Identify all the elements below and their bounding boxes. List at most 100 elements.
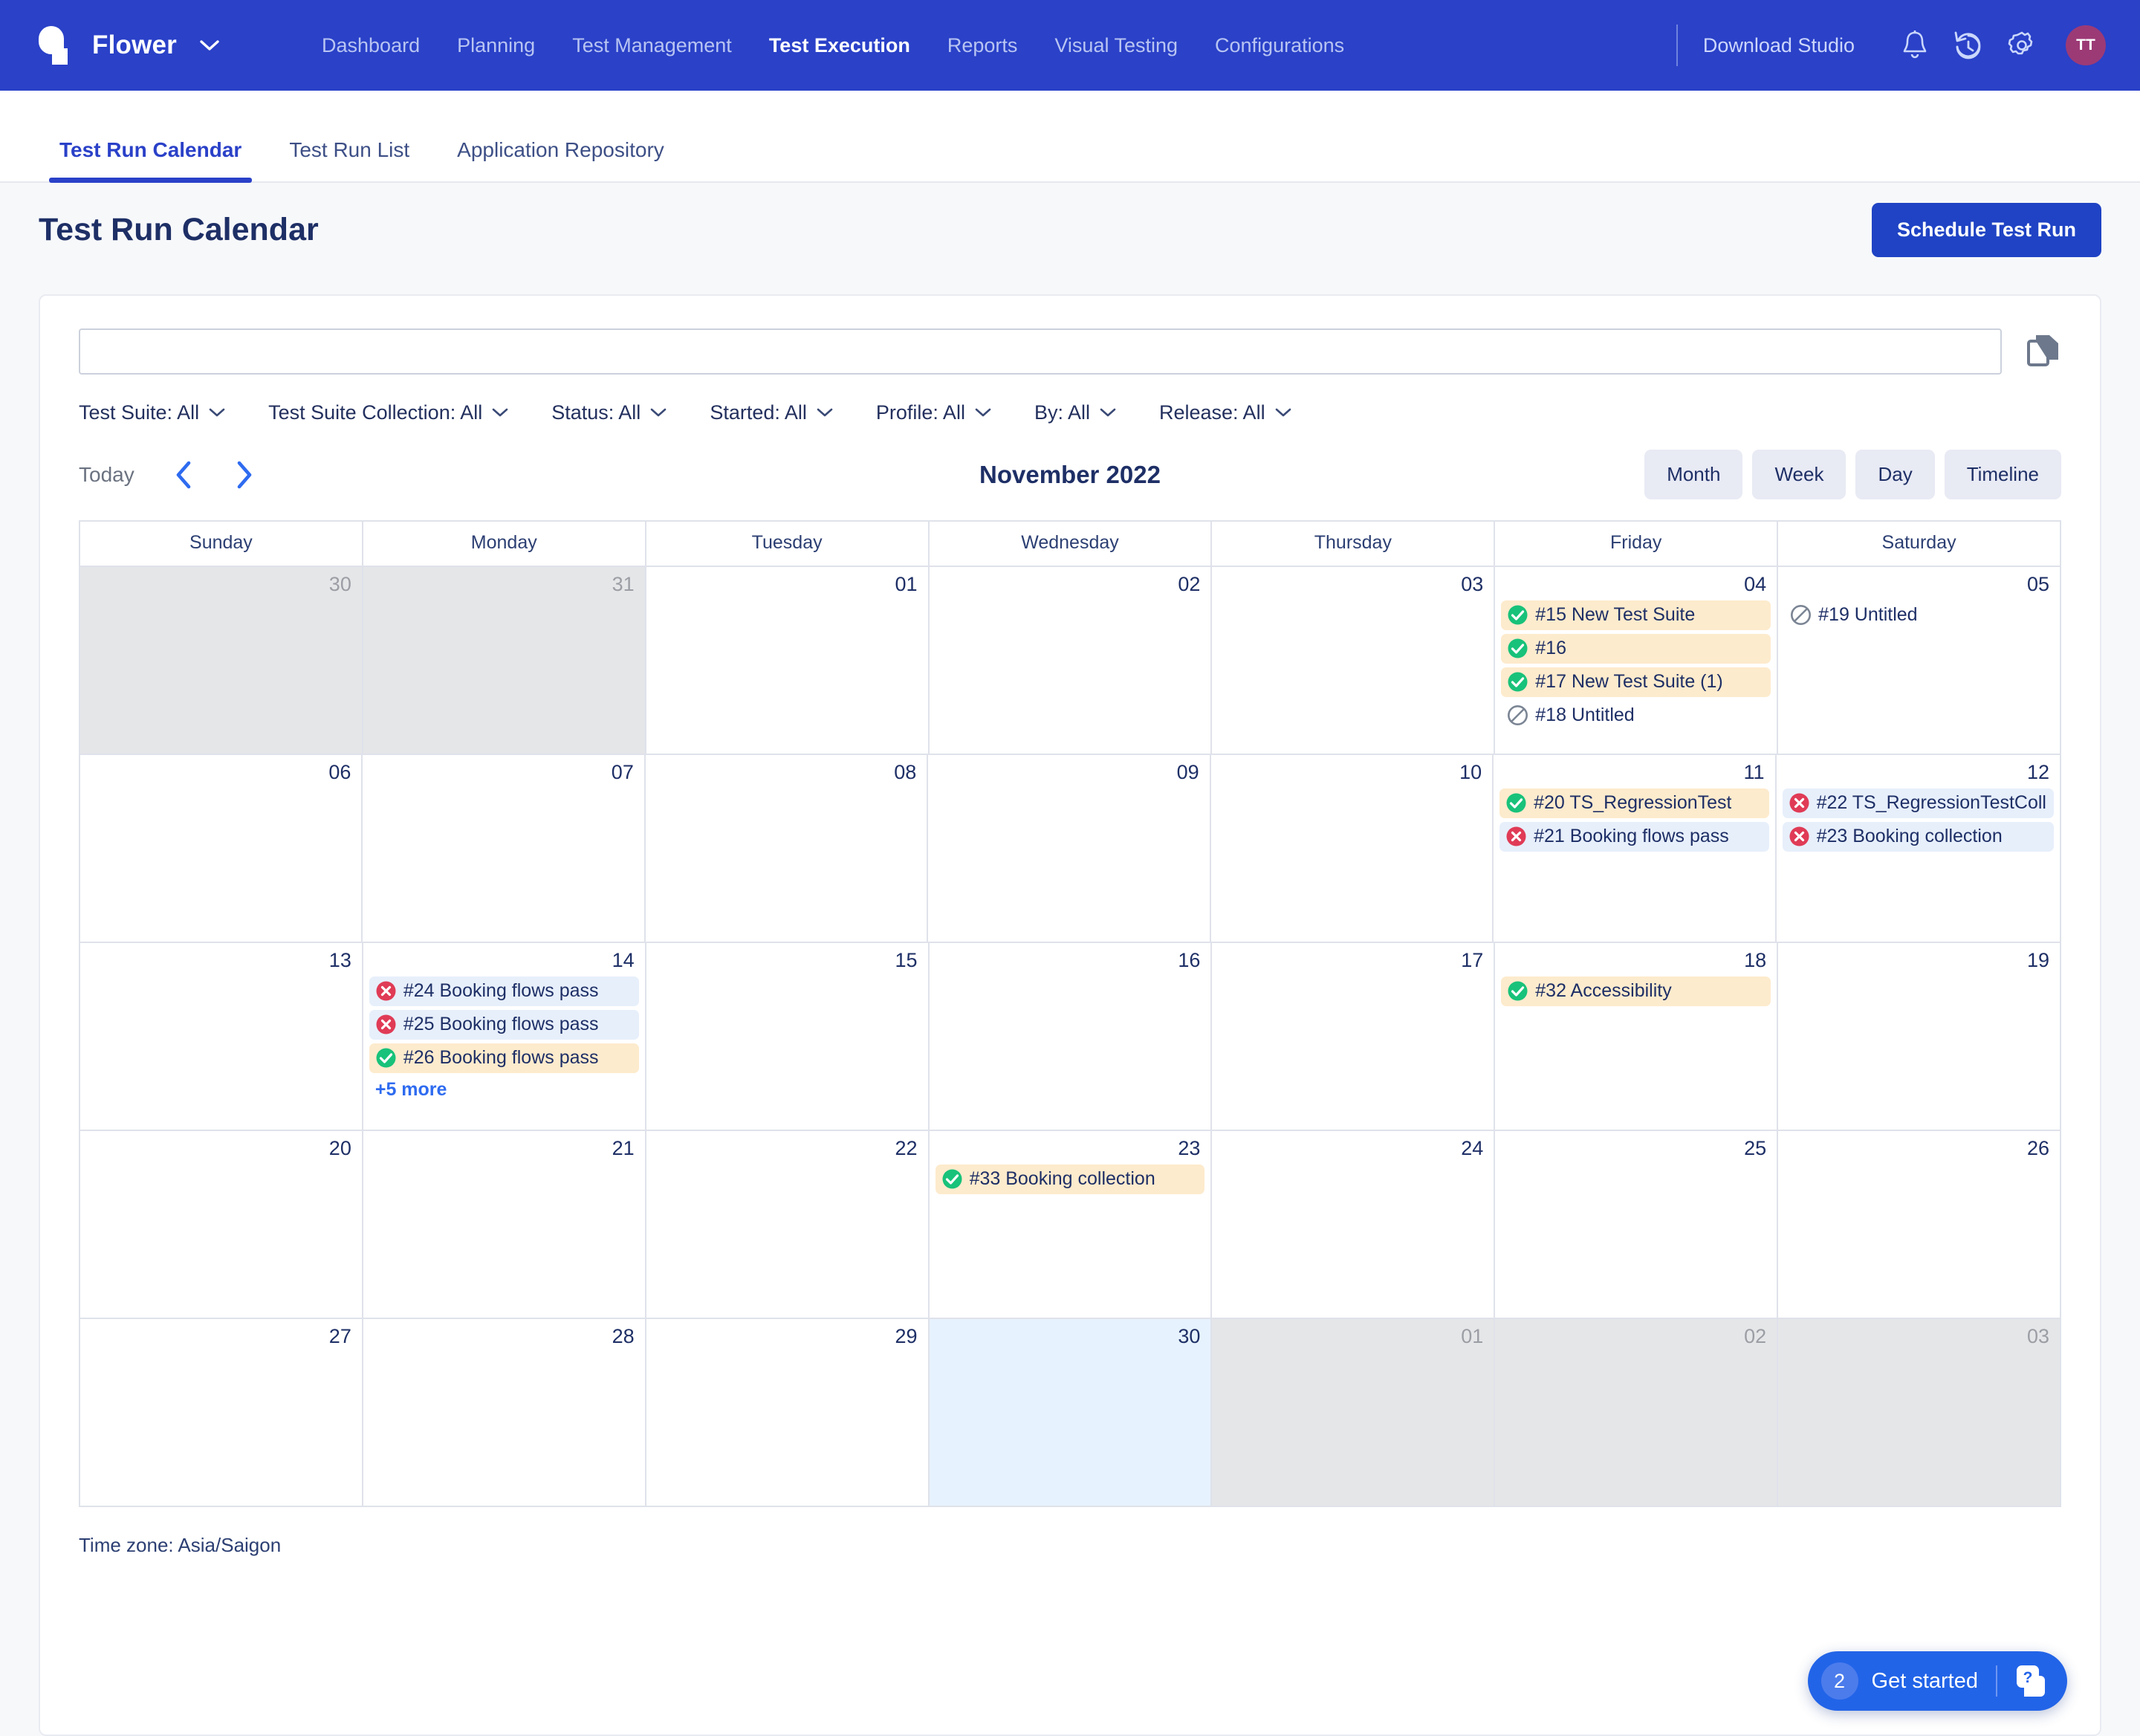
- calendar-event[interactable]: #23 Booking collection: [1783, 822, 2054, 852]
- gear-icon[interactable]: [1999, 22, 2045, 68]
- calendar-day-cell[interactable]: 06: [80, 755, 363, 943]
- calendar-day-cell[interactable]: 07: [363, 755, 645, 943]
- calendar-day-cell[interactable]: 27: [80, 1319, 363, 1507]
- chevron-down-icon[interactable]: [199, 36, 220, 55]
- schedule-test-run-button[interactable]: Schedule Test Run: [1872, 203, 2101, 257]
- calendar-day-cell[interactable]: 16: [930, 943, 1213, 1131]
- calendar-day-cell[interactable]: 21: [363, 1131, 646, 1319]
- calendar-event[interactable]: #17 New Test Suite (1): [1501, 667, 1771, 697]
- calendar-day-cell[interactable]: 15: [646, 943, 930, 1131]
- help-badge-icon[interactable]: ?: [2014, 1664, 2048, 1698]
- avatar[interactable]: TT: [2066, 25, 2106, 65]
- calendar-day-cell[interactable]: 14#24 Booking flows pass#25 Booking flow…: [363, 943, 646, 1131]
- calendar-weeks: 303101020304#15 New Test Suite#16#17 New…: [80, 567, 2061, 1507]
- more-events-link[interactable]: +5 more: [369, 1077, 639, 1103]
- filter-release-label: Release: All: [1159, 401, 1265, 424]
- calendar-day-cell[interactable]: 29: [646, 1319, 930, 1507]
- calendar-event[interactable]: #15 New Test Suite: [1501, 600, 1771, 630]
- get-started-widget[interactable]: 2 Get started ?: [1808, 1651, 2067, 1711]
- timezone-label: Time zone: Asia/Saigon: [40, 1507, 2100, 1557]
- calendar-day-cell[interactable]: 08: [646, 755, 928, 943]
- today-button[interactable]: Today: [79, 463, 134, 487]
- calendar-day-cell[interactable]: 02: [930, 567, 1213, 755]
- day-number: 01: [1218, 1327, 1488, 1353]
- weekday-wednesday: Wednesday: [930, 522, 1213, 567]
- filter-release[interactable]: Release: All: [1159, 401, 1291, 424]
- calendar-day-cell[interactable]: 28: [363, 1319, 646, 1507]
- view-month-button[interactable]: Month: [1644, 450, 1742, 499]
- history-icon[interactable]: [1945, 22, 1991, 68]
- calendar-day-cell[interactable]: 12#22 TS_RegressionTestColl#23 Booking c…: [1777, 755, 2061, 943]
- calendar-event[interactable]: #21 Booking flows pass: [1499, 822, 1768, 852]
- day-number: 17: [1218, 950, 1488, 976]
- next-month-button[interactable]: [225, 456, 262, 493]
- calendar-day-cell[interactable]: 30: [80, 567, 363, 755]
- calendar-event-label: #22 TS_RegressionTestColl: [1817, 792, 2046, 814]
- tab-test-run-list[interactable]: Test Run List: [279, 138, 420, 181]
- weekday-header-row: Sunday Monday Tuesday Wednesday Thursday…: [80, 522, 2061, 567]
- calendar-event[interactable]: #25 Booking flows pass: [369, 1010, 639, 1040]
- status-cancelled-icon: [1790, 604, 1812, 626]
- calendar-day-cell[interactable]: 18#32 Accessibility: [1495, 943, 1778, 1131]
- tab-test-run-calendar[interactable]: Test Run Calendar: [49, 138, 252, 181]
- nav-item-test-management[interactable]: Test Management: [554, 34, 750, 57]
- nav-item-dashboard[interactable]: Dashboard: [303, 34, 438, 57]
- search-input[interactable]: [79, 328, 2002, 375]
- filter-by[interactable]: By: All: [1034, 401, 1116, 424]
- nav-item-visual-testing[interactable]: Visual Testing: [1036, 34, 1196, 57]
- search-row: [40, 296, 2100, 375]
- filter-status[interactable]: Status: All: [551, 401, 667, 424]
- nav-item-test-execution[interactable]: Test Execution: [750, 34, 929, 57]
- calendar-event[interactable]: #16: [1501, 634, 1771, 664]
- calendar-day-cell[interactable]: 26: [1778, 1131, 2061, 1319]
- nav-item-reports[interactable]: Reports: [929, 34, 1037, 57]
- calendar-event[interactable]: #32 Accessibility: [1501, 976, 1771, 1006]
- filter-test-suite-collection[interactable]: Test Suite Collection: All: [268, 401, 508, 424]
- calendar-day-cell[interactable]: 25: [1495, 1131, 1778, 1319]
- calendar-day-cell[interactable]: 03: [1778, 1319, 2061, 1507]
- copy-icon[interactable]: [2027, 332, 2061, 371]
- calendar-day-cell[interactable]: 19: [1778, 943, 2061, 1131]
- calendar-day-cell[interactable]: 13: [80, 943, 363, 1131]
- calendar-event[interactable]: #18 Untitled: [1501, 701, 1771, 731]
- bell-icon[interactable]: [1892, 22, 1938, 68]
- calendar-day-cell[interactable]: 05#19 Untitled: [1778, 567, 2061, 755]
- calendar-day-cell[interactable]: 01: [1212, 1319, 1495, 1507]
- tab-application-repository[interactable]: Application Repository: [447, 138, 675, 181]
- calendar-day-cell[interactable]: 04#15 New Test Suite#16#17 New Test Suit…: [1495, 567, 1778, 755]
- calendar-event[interactable]: #20 TS_RegressionTest: [1499, 788, 1768, 818]
- nav-item-configurations[interactable]: Configurations: [1196, 34, 1363, 57]
- view-week-button[interactable]: Week: [1752, 450, 1846, 499]
- calendar-day-cell[interactable]: 09: [928, 755, 1210, 943]
- nav-item-planning[interactable]: Planning: [438, 34, 554, 57]
- calendar-event-label: #33 Booking collection: [970, 1168, 1155, 1190]
- calendar-day-cell[interactable]: 30: [930, 1319, 1213, 1507]
- calendar-day-cell[interactable]: 01: [646, 567, 930, 755]
- calendar-day-cell[interactable]: 20: [80, 1131, 363, 1319]
- calendar-day-cell[interactable]: 23#33 Booking collection: [930, 1131, 1213, 1319]
- calendar-day-cell[interactable]: 02: [1495, 1319, 1778, 1507]
- filter-started[interactable]: Started: All: [710, 401, 833, 424]
- calendar-event[interactable]: #24 Booking flows pass: [369, 976, 639, 1006]
- prev-month-button[interactable]: [166, 456, 203, 493]
- filter-test-suite[interactable]: Test Suite: All: [79, 401, 225, 424]
- calendar-day-cell[interactable]: 03: [1212, 567, 1495, 755]
- calendar-event[interactable]: #19 Untitled: [1784, 600, 2054, 630]
- calendar-day-cell[interactable]: 31: [363, 567, 646, 755]
- calendar-event[interactable]: #33 Booking collection: [936, 1165, 1205, 1194]
- calendar-day-cell[interactable]: 10: [1211, 755, 1494, 943]
- view-timeline-button[interactable]: Timeline: [1945, 450, 2061, 499]
- filter-profile[interactable]: Profile: All: [876, 401, 991, 424]
- calendar-day-cell[interactable]: 17: [1212, 943, 1495, 1131]
- view-day-button[interactable]: Day: [1855, 450, 1934, 499]
- calendar-event[interactable]: #22 TS_RegressionTestColl: [1783, 788, 2054, 818]
- calendar-day-cell[interactable]: 11#20 TS_RegressionTest#21 Booking flows…: [1494, 755, 1776, 943]
- download-studio-link[interactable]: Download Studio: [1703, 34, 1855, 57]
- day-number: 10: [1217, 762, 1486, 788]
- calendar-day-cell[interactable]: 22: [646, 1131, 930, 1319]
- brand-menu[interactable]: Flower: [39, 26, 220, 65]
- calendar-day-cell[interactable]: 24: [1212, 1131, 1495, 1319]
- get-started-count: 2: [1821, 1662, 1858, 1700]
- calendar-event[interactable]: #26 Booking flows pass: [369, 1043, 639, 1073]
- chevron-down-icon: [1275, 404, 1291, 422]
